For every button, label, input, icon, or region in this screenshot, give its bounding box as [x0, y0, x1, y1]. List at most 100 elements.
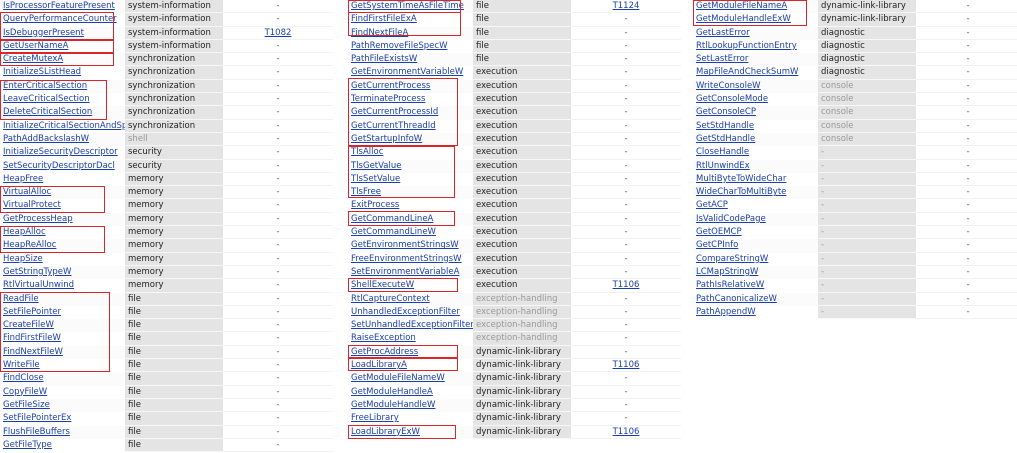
api-name-link[interactable]: GetFileType — [0, 439, 125, 452]
api-name-link[interactable]: TlsFree — [348, 186, 473, 200]
api-name-link[interactable]: GetFileSize — [0, 398, 125, 413]
technique-link[interactable]: T1082 — [265, 28, 292, 38]
api-name-link[interactable]: FreeEnvironmentStringsW — [348, 253, 473, 266]
api-name-link[interactable]: LeaveCriticalSection — [0, 93, 125, 106]
api-name-link[interactable]: FlushFileBuffers — [0, 425, 125, 439]
api-name-link[interactable]: SetFilePointer — [0, 306, 125, 319]
api-name-link[interactable]: WideCharToMultiByte — [693, 186, 818, 200]
api-name-link[interactable]: SetUnhandledExceptionFilter — [348, 319, 473, 333]
api-name-link[interactable]: CopyFileW — [0, 386, 125, 399]
api-name-link[interactable]: GetSystemTimeAsFileTime — [348, 0, 473, 14]
technique-link[interactable]: T1106 — [613, 280, 640, 290]
api-name-link[interactable]: PathCanonicalizeW — [693, 292, 818, 306]
category-cell: diagnostic — [818, 39, 916, 54]
api-name-link[interactable]: TlsSetValue — [348, 173, 473, 186]
api-name-link[interactable]: MapFileAndCheckSumW — [693, 66, 818, 79]
api-name-link[interactable]: GetConsoleMode — [693, 93, 818, 106]
technique-link[interactable]: T1106 — [613, 427, 640, 437]
api-name-link[interactable]: PathRemoveFileSpecW — [348, 40, 473, 53]
api-name-link[interactable]: FindClose — [0, 372, 125, 386]
api-name-link[interactable]: GetProcAddress — [348, 345, 473, 360]
api-name-link[interactable]: PathAppendW — [693, 306, 818, 319]
api-name-link[interactable]: GetModuleFileNameW — [348, 372, 473, 386]
api-name-link[interactable]: RtlUnwindEx — [693, 159, 818, 173]
api-name-link[interactable]: TlsAlloc — [348, 146, 473, 159]
api-name-link[interactable]: GetStdHandle — [693, 132, 818, 147]
api-name-link[interactable]: GetCurrentProcess — [348, 79, 473, 94]
api-name-link[interactable]: GetCPInfo — [693, 239, 818, 253]
api-name-link[interactable]: WriteConsoleW — [693, 79, 818, 94]
api-name-link[interactable]: GetProcessHeap — [0, 212, 125, 227]
api-name-link[interactable]: CreateMutexA — [0, 53, 125, 67]
api-name-link[interactable]: GetCommandLineA — [348, 212, 473, 227]
api-name-link[interactable]: GetModuleFileNameA — [693, 0, 818, 14]
api-name-link[interactable]: HeapFree — [0, 173, 125, 186]
api-name-link[interactable]: GetModuleHandleW — [348, 398, 473, 413]
api-name-link[interactable]: VirtualProtect — [0, 199, 125, 212]
api-name-link[interactable]: RaiseException — [348, 332, 473, 345]
technique-cell: - — [571, 106, 681, 120]
api-name-link[interactable]: CompareStringW — [693, 253, 818, 266]
api-name-link[interactable]: HeapReAlloc — [0, 239, 125, 253]
api-name-link[interactable]: IsValidCodePage — [693, 212, 818, 227]
api-name-link[interactable]: SetLastError — [693, 53, 818, 67]
api-name-link[interactable]: TerminateProcess — [348, 93, 473, 106]
api-name-link[interactable]: VirtualAlloc — [0, 186, 125, 200]
api-name-link[interactable]: LCMapStringW — [693, 265, 818, 280]
api-name-link[interactable]: CreateFileW — [0, 319, 125, 333]
api-name-link[interactable]: MultiByteToWideChar — [693, 173, 818, 186]
api-name-link[interactable]: GetStringTypeW — [0, 265, 125, 280]
api-name-link[interactable]: ShellExecuteW — [348, 279, 473, 292]
api-name-link[interactable]: IsProcessorFeaturePresent — [0, 0, 125, 14]
api-name-link[interactable]: GetLastError — [693, 26, 818, 40]
technique-link[interactable]: T1106 — [613, 360, 640, 370]
api-name-link[interactable]: FindNextFileW — [0, 345, 125, 360]
api-name-link[interactable]: SetFilePointerEx — [0, 412, 125, 425]
api-name-link[interactable]: IsDebuggerPresent — [0, 26, 125, 40]
api-name-link[interactable]: FreeLibrary — [348, 412, 473, 425]
api-name-link[interactable]: RtlCaptureContext — [348, 292, 473, 306]
api-name-link[interactable]: PathAddBackslashW — [0, 132, 125, 147]
api-name-link[interactable]: GetModuleHandleA — [348, 386, 473, 399]
api-name-link[interactable]: RtlLookupFunctionEntry — [693, 40, 818, 53]
api-name-link[interactable]: QueryPerformanceCounter — [0, 13, 125, 26]
api-name-link[interactable]: PathFileExistsW — [348, 53, 473, 67]
api-name-link[interactable]: FindFirstFileExA — [348, 13, 473, 26]
api-name-link[interactable]: GetCurrentProcessId — [348, 106, 473, 120]
api-name-link[interactable]: DeleteCriticalSection — [0, 106, 125, 120]
api-name-link[interactable]: SetSecurityDescriptorDacl — [0, 159, 125, 173]
api-name-link[interactable]: RtlVirtualUnwind — [0, 279, 125, 292]
api-name-link[interactable]: GetCommandLineW — [348, 226, 473, 239]
api-name-link[interactable]: SetStdHandle — [693, 120, 818, 133]
api-name-link[interactable]: WriteFile — [0, 359, 125, 372]
api-name-link[interactable]: CloseHandle — [693, 146, 818, 159]
api-name-link[interactable]: GetACP — [693, 199, 818, 212]
api-name-link[interactable]: GetUserNameA — [0, 40, 125, 53]
api-name-link[interactable]: InitializeSecurityDescriptor — [0, 146, 125, 159]
api-name-link[interactable]: TlsGetValue — [348, 159, 473, 173]
api-name-link[interactable]: InitializeCriticalSectionAndSpi... — [0, 120, 125, 133]
api-name-link[interactable]: GetEnvironmentStringsW — [348, 239, 473, 253]
api-name-link[interactable]: HeapAlloc — [0, 226, 125, 239]
api-name-link[interactable]: GetModuleHandleExW — [693, 13, 818, 26]
api-name-link[interactable]: GetOEMCP — [693, 226, 818, 239]
api-name-link[interactable]: GetConsoleCP — [693, 106, 818, 120]
api-name-link[interactable]: FindNextFileA — [348, 26, 473, 40]
api-name-link[interactable]: LoadLibraryExW — [348, 425, 473, 439]
api-name-link[interactable]: LoadLibraryA — [348, 359, 473, 372]
api-name-link[interactable]: SetEnvironmentVariableA — [348, 265, 473, 280]
api-name-link[interactable]: EnterCriticalSection — [0, 79, 125, 94]
api-name-link[interactable]: HeapSize — [0, 253, 125, 266]
api-name-link[interactable]: UnhandledExceptionFilter — [348, 306, 473, 319]
api-name-link[interactable]: PathIsRelativeW — [693, 279, 818, 292]
api-name-link[interactable]: ReadFile — [0, 292, 125, 306]
api-name-link[interactable]: GetEnvironmentVariableW — [348, 66, 473, 79]
api-name-link[interactable]: FindFirstFileW — [0, 332, 125, 345]
technique-cell: - — [223, 332, 333, 346]
category-cell: synchronization — [125, 93, 223, 107]
api-name-link[interactable]: GetStartupInfoW — [348, 132, 473, 147]
api-name-link[interactable]: GetCurrentThreadId — [348, 120, 473, 133]
technique-link[interactable]: T1124 — [613, 1, 640, 11]
api-name-link[interactable]: InitializeSListHead — [0, 66, 125, 79]
api-name-link[interactable]: ExitProcess — [348, 199, 473, 212]
